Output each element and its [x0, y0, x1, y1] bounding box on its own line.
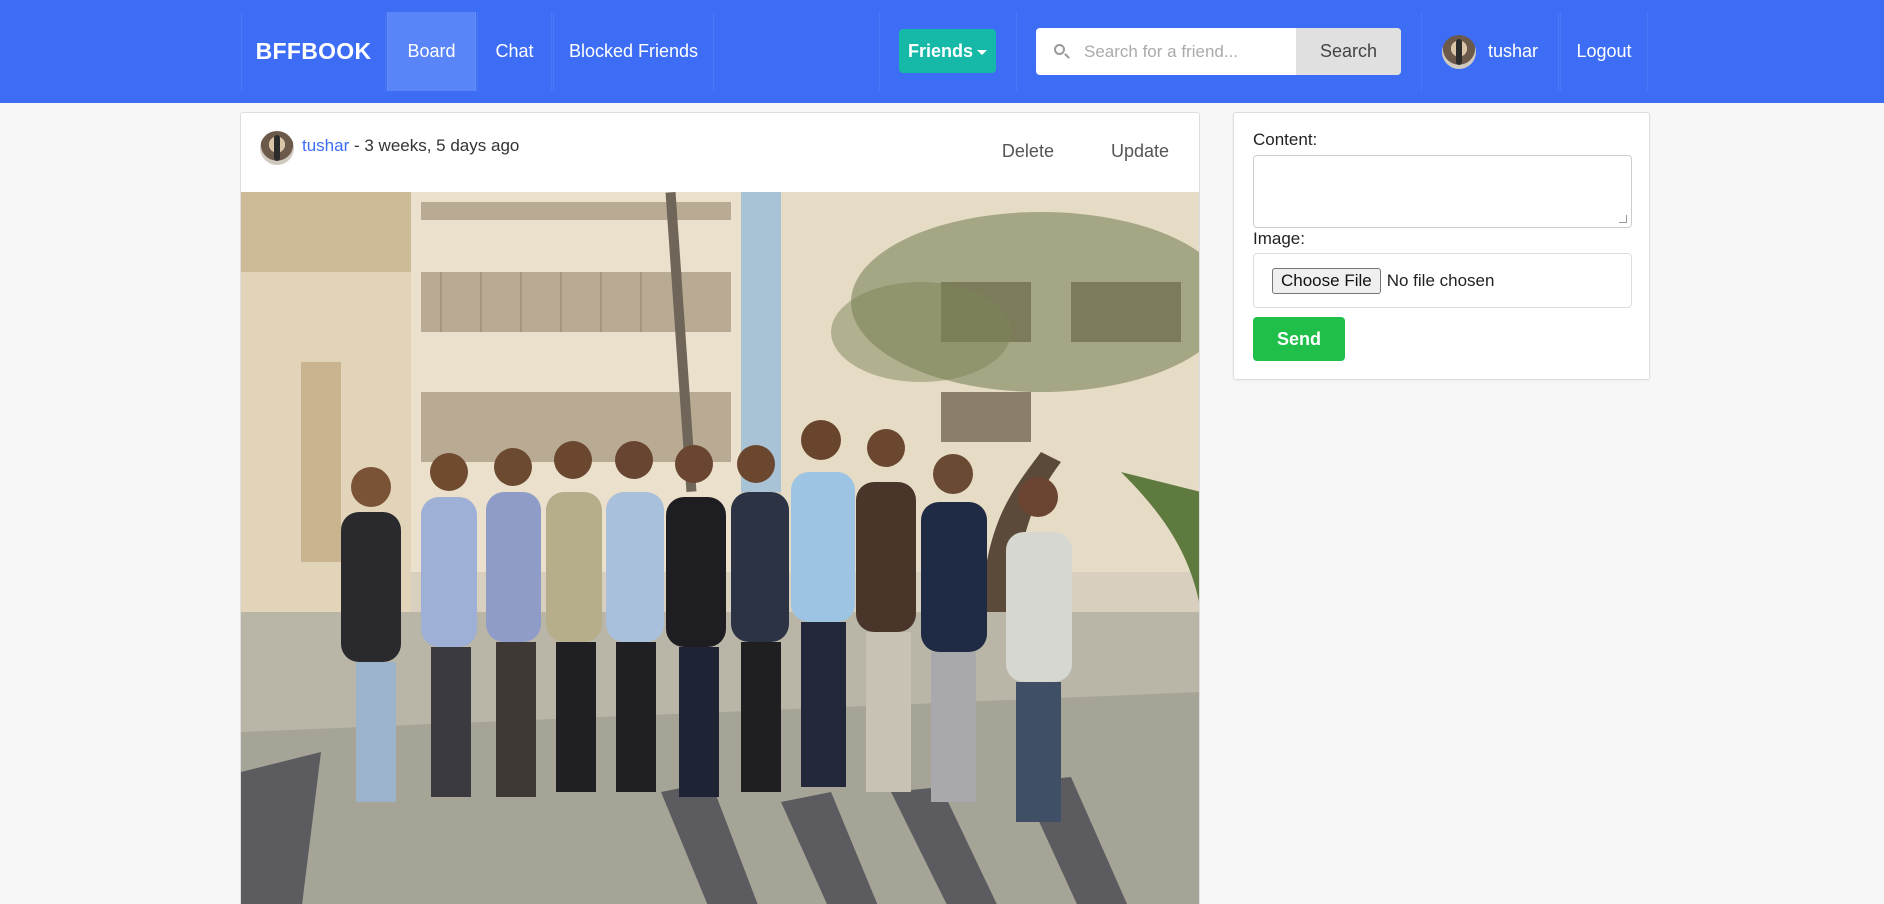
post-author-link[interactable]: tushar [302, 136, 349, 155]
search-button[interactable]: Search [1296, 28, 1401, 75]
nav-board[interactable]: Board [387, 12, 476, 91]
image-file-input: Choose File No file chosen [1253, 253, 1632, 308]
post-card: tushar - 3 weeks, 5 days ago Delete Upda… [240, 112, 1200, 904]
post-meta: tushar - 3 weeks, 5 days ago [302, 136, 519, 156]
brand-logo[interactable]: BFFBOOK [241, 12, 386, 91]
friends-dropdown-label: Friends [907, 40, 973, 61]
logout-link[interactable]: Logout [1560, 12, 1648, 91]
content-textarea[interactable] [1253, 155, 1632, 228]
avatar-icon [1441, 34, 1476, 69]
navbar: BFFBOOK Board Chat Blocked Friends Frien… [0, 0, 1884, 103]
resize-grip-icon[interactable] [1619, 215, 1627, 223]
file-status: No file chosen [1386, 270, 1495, 290]
caret-down-icon [977, 49, 987, 55]
user-profile-link[interactable]: tushar [1421, 12, 1559, 91]
new-post-form: Content: Image: Choose File No file chos… [1233, 112, 1650, 380]
post-author-avatar-icon [260, 131, 294, 165]
user-name: tushar [1487, 41, 1539, 61]
choose-file-button[interactable]: Choose File [1272, 267, 1381, 294]
search-icon [1036, 28, 1070, 75]
post-actions: Delete Update [1002, 141, 1169, 162]
image-label: Image: [1253, 229, 1305, 248]
content-label: Content: [1253, 130, 1318, 149]
nav-blocked-friends[interactable]: Blocked Friends [553, 12, 714, 91]
send-button[interactable]: Send [1253, 317, 1345, 361]
friends-dropdown-button[interactable]: Friends [899, 29, 996, 73]
post-image [241, 192, 1199, 904]
delete-button[interactable]: Delete [1002, 141, 1054, 162]
update-button[interactable]: Update [1111, 141, 1169, 162]
search-input[interactable] [1070, 28, 1296, 75]
search-form: Search [1036, 28, 1401, 75]
post-timestamp: - 3 weeks, 5 days ago [353, 136, 520, 155]
post-header: tushar - 3 weeks, 5 days ago Delete Upda… [241, 113, 1199, 192]
nav-chat[interactable]: Chat [477, 12, 552, 91]
